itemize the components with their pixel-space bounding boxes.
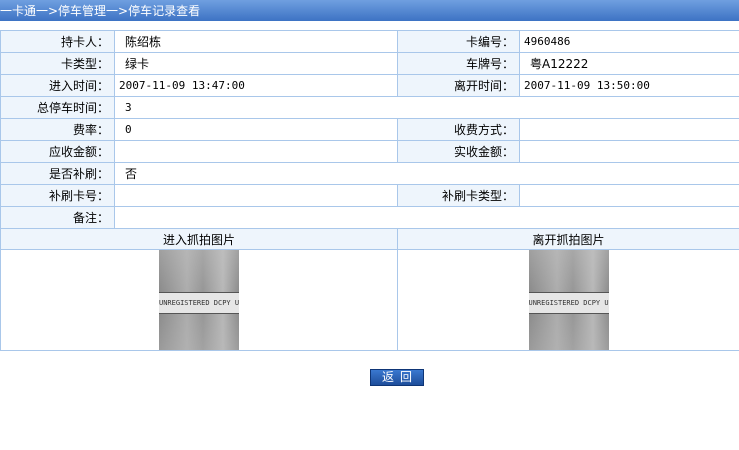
reswipe-card-label: 补刷卡号： — [0, 184, 115, 207]
enter-photo-cell: UNREGISTERED DCPY UNREG — [0, 249, 398, 351]
leave-time-value: 2007-11-09 13:50:00 — [519, 74, 739, 97]
row-reswipe-card: 补刷卡号： 补刷卡类型： — [0, 184, 739, 207]
card-no-value: 4960486 — [519, 30, 739, 53]
leave-photo: UNREGISTERED DCPY UNREG — [528, 250, 609, 350]
plate-label: 车牌号： — [397, 52, 520, 75]
enter-photo-title: 进入抓拍图片 — [0, 228, 398, 250]
reswipe-label: 是否补刷： — [0, 162, 115, 185]
reswipe-value: 否 — [114, 162, 739, 185]
plate-value: 粤A12222 — [519, 52, 739, 75]
card-type-label: 卡类型： — [0, 52, 115, 75]
paid-value — [519, 140, 739, 163]
due-label: 应收金额： — [0, 140, 115, 163]
row-remark: 备注： — [0, 206, 739, 229]
holder-value: 陈绍栋 — [114, 30, 398, 53]
enter-photo: UNREGISTERED DCPY UNREG — [159, 250, 239, 350]
leave-photo-watermark: UNREGISTERED DCPY UNREG — [528, 292, 609, 314]
remark-value — [114, 206, 739, 229]
breadcrumb-bar: 一卡通一>停车管理一>停车记录查看 — [0, 0, 739, 21]
leave-photo-title: 离开抓拍图片 — [397, 228, 739, 250]
row-photos: UNREGISTERED DCPY UNREG UNREGISTERED DCP… — [0, 249, 739, 351]
paid-label: 实收金额： — [397, 140, 520, 163]
total-time-value: 3 — [114, 96, 739, 119]
parking-record-table: 持卡人： 陈绍栋 卡编号： 4960486 卡类型： 绿卡 车牌号： 粤A122… — [0, 30, 739, 351]
leave-time-label: 离开时间： — [397, 74, 520, 97]
rate-label: 费率： — [0, 118, 115, 141]
enter-photo-watermark: UNREGISTERED DCPY UNREG — [159, 292, 239, 314]
reswipe-type-value — [519, 184, 739, 207]
due-value — [114, 140, 398, 163]
row-holder: 持卡人： 陈绍栋 卡编号： 4960486 — [0, 30, 739, 53]
row-card-type: 卡类型： 绿卡 车牌号： 粤A12222 — [0, 52, 739, 75]
back-button[interactable]: 返回 — [370, 369, 424, 386]
row-total: 总停车时间： 3 — [0, 96, 739, 119]
reswipe-type-label: 补刷卡类型： — [397, 184, 520, 207]
row-rate: 费率： 0 收费方式： — [0, 118, 739, 141]
leave-photo-cell: UNREGISTERED DCPY UNREG — [397, 249, 739, 351]
card-type-value: 绿卡 — [114, 52, 398, 75]
rate-value: 0 — [114, 118, 398, 141]
card-no-label: 卡编号： — [397, 30, 520, 53]
method-label: 收费方式： — [397, 118, 520, 141]
holder-label: 持卡人： — [0, 30, 115, 53]
total-time-label: 总停车时间： — [0, 96, 115, 119]
row-photo-titles: 进入抓拍图片 离开抓拍图片 — [0, 228, 739, 250]
method-value — [519, 118, 739, 141]
row-time: 进入时间： 2007-11-09 13:47:00 离开时间： 2007-11-… — [0, 74, 739, 97]
row-reswipe: 是否补刷： 否 — [0, 162, 739, 185]
enter-time-value: 2007-11-09 13:47:00 — [114, 74, 398, 97]
breadcrumb: 一卡通一>停车管理一>停车记录查看 — [0, 4, 201, 18]
enter-time-label: 进入时间： — [0, 74, 115, 97]
reswipe-card-value — [114, 184, 398, 207]
row-amount: 应收金额： 实收金额： — [0, 140, 739, 163]
remark-label: 备注： — [0, 206, 115, 229]
